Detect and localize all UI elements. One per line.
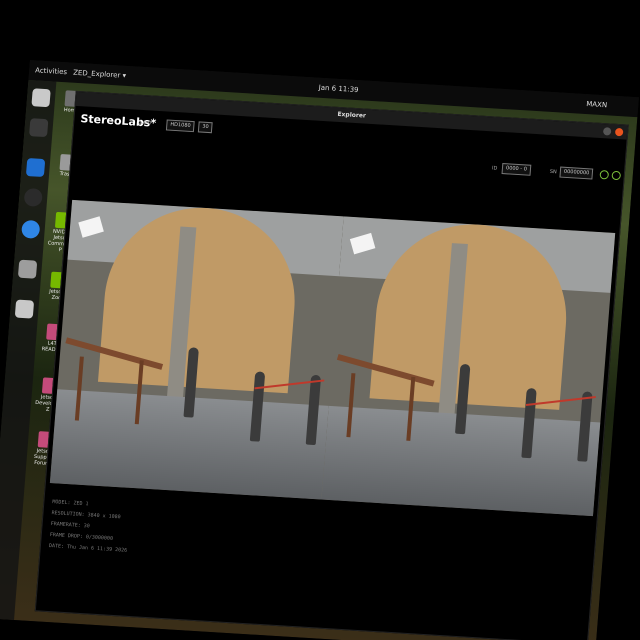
app-menu[interactable]: ZED_Explorer ▾ xyxy=(73,69,127,80)
id-label: ID xyxy=(491,165,498,172)
gear-icon[interactable] xyxy=(611,170,622,181)
obs-icon[interactable] xyxy=(23,187,43,207)
left-camera-frame xyxy=(49,199,344,500)
clock[interactable]: Jan 6 11:39 xyxy=(318,84,358,94)
resolution-select[interactable]: HD1080 xyxy=(165,119,196,133)
camera-id-select[interactable]: 0000 - 0 xyxy=(501,163,532,176)
explorer-window: Explorer StereoLabs* 1.0.0 HD1080 30 ID … xyxy=(34,90,629,640)
activities-button[interactable]: Activities xyxy=(35,66,68,76)
version-label: 1.0.0 xyxy=(138,119,152,127)
screen-photo: Activities ZED_Explorer ▾ Jan 6 11:39 MA… xyxy=(0,0,640,640)
camera-info-panel: MODEL: ZED 1 RESOLUTION: 3840 x 1080 FRA… xyxy=(48,497,352,570)
stereo-video-view[interactable] xyxy=(49,199,616,517)
drive-icon[interactable] xyxy=(14,299,35,319)
terminal-icon[interactable] xyxy=(29,118,49,138)
refresh-icon[interactable] xyxy=(599,169,610,180)
files-icon[interactable] xyxy=(31,88,51,108)
disk-icon[interactable] xyxy=(17,259,38,279)
fps-select[interactable]: 30 xyxy=(197,121,214,134)
vscode-icon[interactable] xyxy=(25,158,46,178)
power-mode-label[interactable]: MAXN xyxy=(586,100,607,109)
sn-label: SN xyxy=(549,168,557,176)
right-camera-frame xyxy=(321,216,616,517)
chromium-icon[interactable] xyxy=(21,219,41,239)
desktop-screen: Activities ZED_Explorer ▾ Jan 6 11:39 MA… xyxy=(0,60,639,640)
serial-number-field[interactable]: 00000000 xyxy=(559,166,594,180)
